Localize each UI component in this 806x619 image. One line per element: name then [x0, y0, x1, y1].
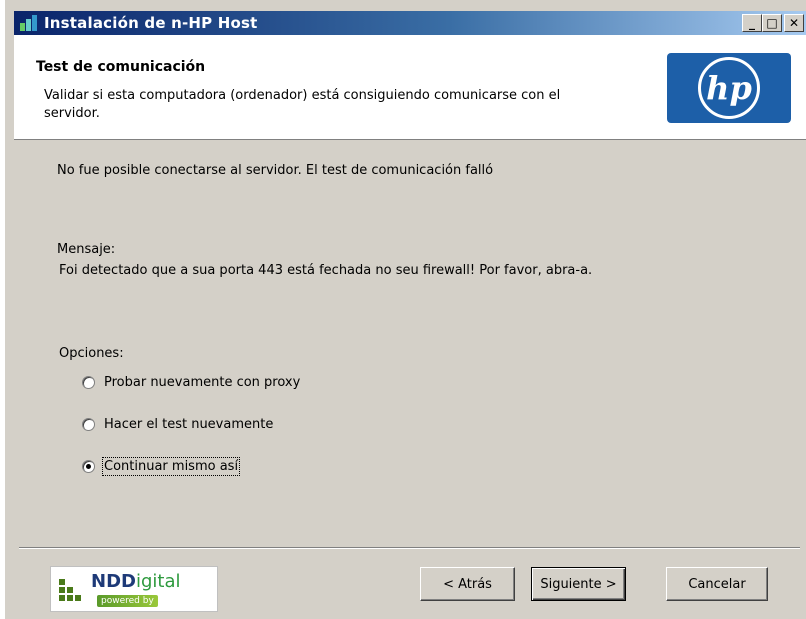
brand-name: NDDigital	[91, 571, 180, 592]
back-button[interactable]: < Atrás	[420, 567, 515, 601]
radio-button[interactable]	[82, 418, 95, 431]
cancel-button[interactable]: Cancelar	[666, 567, 768, 601]
brand-name-light: igital	[135, 571, 181, 592]
maximize-button[interactable]: □	[762, 14, 782, 32]
window-controls: _ □ ✕	[742, 14, 804, 32]
next-button-label: Siguiente >	[540, 576, 617, 592]
option-label: Hacer el test nuevamente	[104, 417, 274, 432]
app-icon	[20, 15, 38, 31]
radio-button[interactable]	[82, 376, 95, 389]
radio-dot-icon	[86, 464, 91, 469]
close-button[interactable]: ✕	[784, 14, 804, 32]
option-retry-proxy[interactable]: Probar nuevamente con proxy	[82, 375, 300, 390]
brand-name-bold: NDD	[91, 571, 136, 592]
radio-button-selected[interactable]	[82, 460, 95, 473]
status-message: No fue posible conectarse al servidor. E…	[57, 163, 494, 178]
title-bar[interactable]: Instalación de n-HP Host _ □ ✕	[14, 11, 806, 35]
brand-tagline: powered by	[97, 595, 158, 607]
footer-divider	[19, 547, 800, 549]
message-text: Foi detectado que a sua porta 443 está f…	[59, 263, 593, 278]
nddigital-logo: NDDigital powered by	[50, 566, 218, 612]
close-icon: ✕	[788, 16, 800, 30]
installer-window: Instalación de n-HP Host _ □ ✕ Test de c…	[5, 0, 806, 619]
option-label: Probar nuevamente con proxy	[104, 375, 301, 390]
cancel-button-label: Cancelar	[688, 576, 746, 592]
message-label: Mensaje:	[57, 242, 116, 257]
back-button-label: < Atrás	[443, 576, 492, 592]
window-title: Instalación de n-HP Host	[44, 14, 258, 32]
options-label: Opciones:	[59, 346, 124, 361]
option-continue[interactable]: Continuar mismo así	[82, 457, 241, 476]
hp-logo-mark: hp	[698, 57, 760, 119]
minimize-icon: _	[749, 16, 755, 30]
option-retry-test[interactable]: Hacer el test nuevamente	[82, 417, 273, 432]
page-title: Test de comunicación	[36, 59, 206, 75]
next-button[interactable]: Siguiente >	[531, 567, 626, 601]
page-subtitle: Validar si esta computadora (ordenador) …	[44, 88, 561, 121]
option-label: Continuar mismo así	[101, 457, 241, 476]
hp-logo: hp	[667, 53, 791, 123]
minimize-button[interactable]: _	[742, 14, 762, 32]
maximize-icon: □	[766, 16, 778, 30]
wizard-header: Test de comunicación Validar si esta com…	[14, 35, 806, 140]
